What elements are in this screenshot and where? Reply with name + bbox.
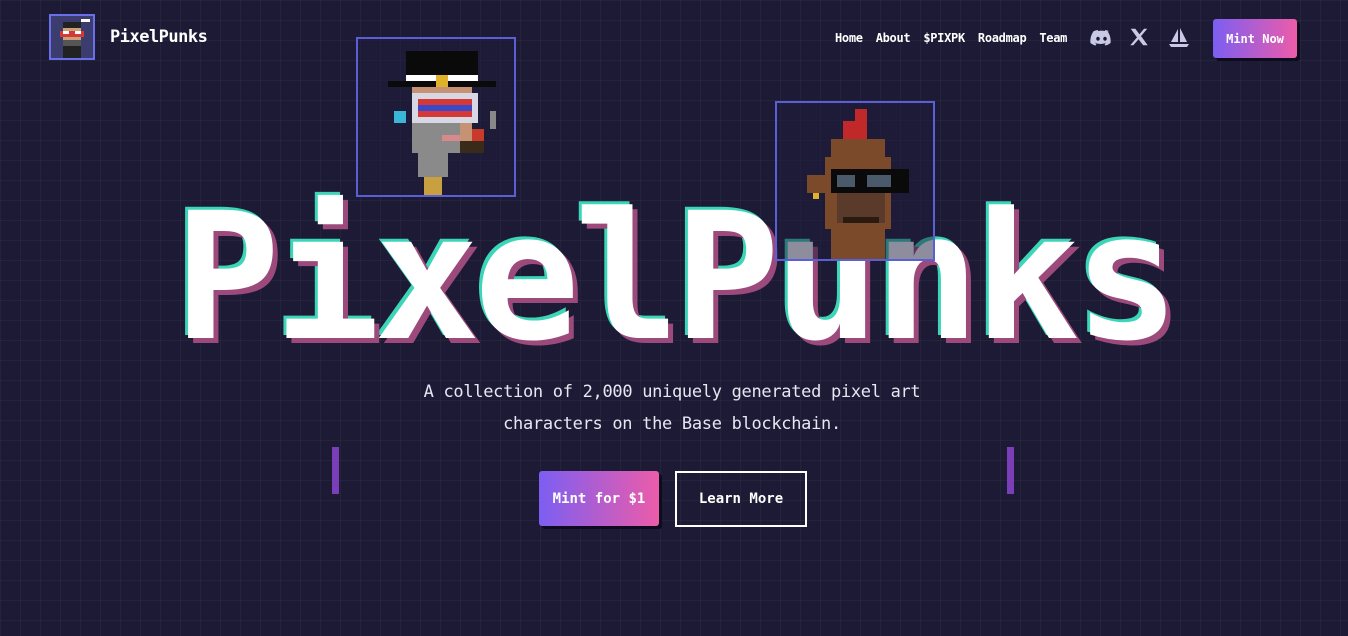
nav-link-home[interactable]: Home xyxy=(835,31,863,45)
punk-card-hat xyxy=(356,37,516,197)
brand-logo[interactable]: PixelPunks xyxy=(49,14,208,60)
mint-for-1-button[interactable]: Mint for $1 xyxy=(539,471,659,526)
pixel-punk-avatar-icon xyxy=(49,14,95,60)
learn-more-button[interactable]: Learn More xyxy=(675,471,807,527)
decorative-bar-left xyxy=(332,447,339,494)
hero-tagline-line-1: A collection of 2,000 uniquely generated… xyxy=(423,382,921,402)
nav-link-about[interactable]: About xyxy=(876,31,911,45)
hero-tagline: A collection of 2,000 uniquely generated… xyxy=(372,376,972,440)
social-icons xyxy=(1089,26,1192,50)
nav-link-token[interactable]: $PIXPK xyxy=(923,31,965,45)
brand-name: PixelPunks xyxy=(110,27,208,47)
x-twitter-icon[interactable] xyxy=(1128,26,1153,50)
nav-link-team[interactable]: Team xyxy=(1039,31,1067,45)
opensea-boat-icon[interactable] xyxy=(1167,26,1192,50)
nav-links: Home About $PIXPK Roadmap Team xyxy=(835,31,1080,45)
mint-now-button[interactable]: Mint Now xyxy=(1213,19,1297,58)
punk-ape-party-hat-image xyxy=(807,109,909,259)
punk-card-ape xyxy=(775,101,935,261)
decorative-bar-right xyxy=(1007,447,1014,494)
punk-hat-pipe-image xyxy=(388,51,496,195)
discord-icon[interactable] xyxy=(1089,26,1114,50)
nav-link-roadmap[interactable]: Roadmap xyxy=(978,31,1027,45)
navbar: PixelPunks Home About $PIXPK Roadmap Tea… xyxy=(0,0,1348,80)
hero-tagline-line-2: characters on the Base blockchain. xyxy=(503,414,841,434)
hero-title: PixelPunks xyxy=(0,190,1348,366)
